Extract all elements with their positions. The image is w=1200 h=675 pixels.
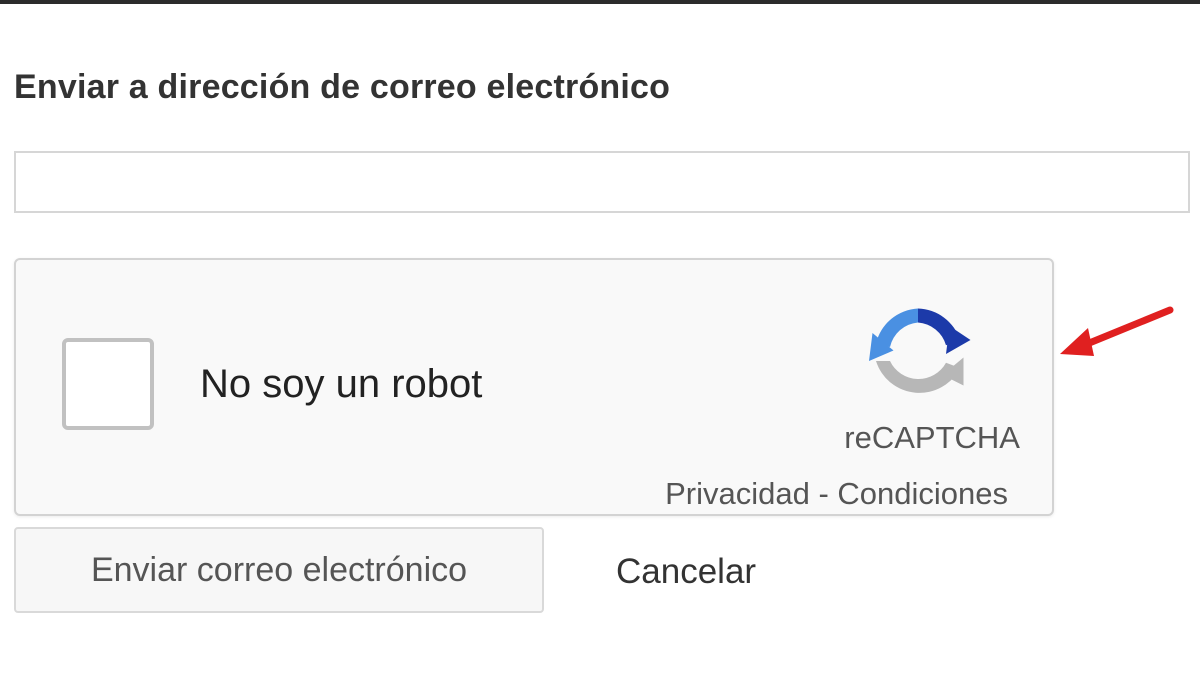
privacy-link[interactable]: Privacidad bbox=[665, 476, 810, 511]
email-field[interactable] bbox=[14, 151, 1190, 213]
recaptcha-checkbox[interactable] bbox=[62, 338, 154, 430]
recaptcha-links: Privacidad - Condiciones bbox=[665, 476, 1008, 512]
cancel-link[interactable]: Cancelar bbox=[616, 552, 756, 592]
recaptcha-widget: No soy un robot reCAPTCHA Privacidad - C… bbox=[14, 258, 1054, 516]
top-border bbox=[0, 0, 1200, 4]
section-title: Enviar a dirección de correo electrónico bbox=[14, 68, 671, 106]
email-share-dialog: Enviar a dirección de correo electrónico… bbox=[0, 0, 1200, 675]
terms-link[interactable]: Condiciones bbox=[837, 476, 1008, 511]
links-separator: - bbox=[809, 476, 838, 511]
red-arrow-icon bbox=[1060, 306, 1174, 356]
send-email-button[interactable]: Enviar correo electrónico bbox=[14, 527, 544, 613]
recaptcha-brand: reCAPTCHA bbox=[844, 420, 1020, 455]
recaptcha-checkbox-label: No soy un robot bbox=[200, 362, 483, 406]
recaptcha-logo-icon bbox=[869, 308, 971, 393]
